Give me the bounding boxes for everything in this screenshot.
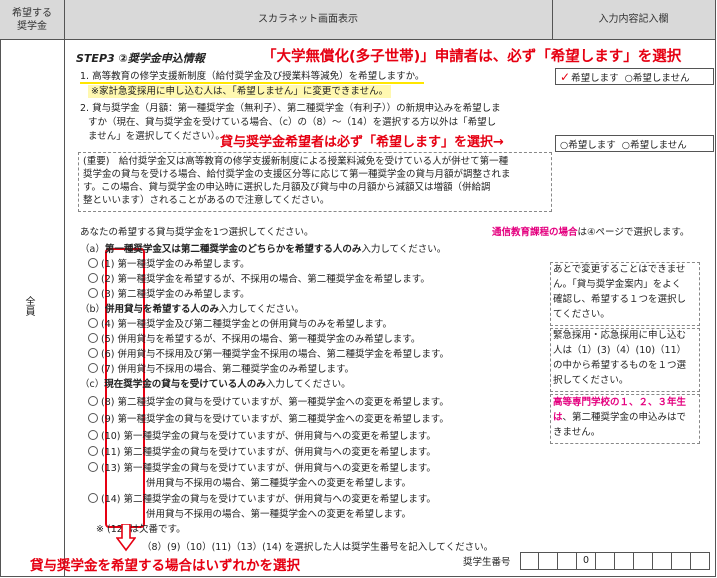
digit-box[interactable]: [691, 552, 710, 570]
option-14-continued: 併用貸与不採用の場合、第一種奨学金への変更を希望します。: [146, 509, 412, 520]
important-line3: す。この場合、貸与奨学金の申込時に選択した月額及び貸与中の月額から減額又は増額（…: [83, 182, 491, 193]
q1-yes-option[interactable]: 希望します: [571, 70, 619, 84]
down-arrow-icon: [116, 524, 136, 552]
q2-line3: ません」を選択してください）。: [88, 131, 225, 142]
radio-icon[interactable]: [88, 493, 98, 503]
group-b-heading: （b）併用貸与を希望する人のみ入力してください。: [80, 304, 304, 315]
side-note-3-l2: は、第二種奨学金の申込みはで: [553, 412, 687, 423]
side-note-3-l3: きません。: [553, 427, 601, 438]
digit-box[interactable]: [539, 552, 558, 570]
tsushin-note: 通信教育課程の場合は④ページで選択します。: [492, 227, 690, 238]
header-scholarnet-screen: スカラネット画面表示: [64, 0, 552, 40]
option-11[interactable]: (11) 第二種奨学金の貸与を受けていますが、併用貸与への変更を希望します。: [88, 446, 436, 459]
option-13-continued: 併用貸与不採用の場合、第二種奨学金への変更を希望します。: [146, 478, 412, 489]
q2-no-option[interactable]: ○希望しません: [622, 137, 687, 151]
radio-icon[interactable]: [88, 446, 98, 456]
select-prompt: あなたの希望する貸与奨学金を1つ選択してください。: [80, 227, 314, 238]
digit-box[interactable]: [520, 552, 539, 570]
option-2[interactable]: (2) 第一種奨学金を希望するが、不採用の場合、第二種奨学金を希望します。: [88, 273, 430, 286]
important-notice: (重要) 給付奨学金又は高等教育の修学支援新制度による授業料減免を受けている人が…: [78, 152, 552, 212]
digit-box[interactable]: [634, 552, 653, 570]
side-note-2-l2: 人は（1）(3)（4）(10)（11）: [553, 345, 687, 356]
option-1[interactable]: (1) 第一種奨学金のみ希望します。: [88, 258, 250, 271]
option-3[interactable]: (3) 第二種奨学金のみ希望します。: [88, 288, 250, 301]
side-note-2-l1: 緊急採用・応急採用に申し込む: [553, 330, 687, 341]
option-10[interactable]: (10) 第一種奨学金の貸与を受けていますが、併用貸与への変更を希望します。: [88, 430, 436, 443]
option-4[interactable]: (4) 第一種奨学金及び第二種奨学金との併用貸与のみを希望します。: [88, 318, 392, 331]
radio-icon[interactable]: [88, 318, 98, 328]
digit-box[interactable]: [615, 552, 634, 570]
q1-answer-box: ✓ 希望します ○希望しません: [555, 68, 714, 85]
important-line4: 整といいます）されることがあるので注意してください。: [83, 195, 330, 206]
q1-note: ※家計急変採用に申し込む人は、「希望しません」に変更できません。: [88, 85, 392, 98]
option-8[interactable]: (8) 第二種奨学金の貸与を受けていますが、第一種奨学金への変更を希望します。: [88, 396, 449, 409]
important-line2: 奨学金の貸与を受ける場合、給付奨学金の支援区分等に応じて第一種奨学金の貸与月額が…: [83, 169, 511, 180]
radio-icon[interactable]: [88, 430, 98, 440]
digit-box[interactable]: [653, 552, 672, 570]
annotation-bottom: 貸与奨学金を希望する場合はいずれかを選択: [30, 558, 300, 574]
student-number-instruction: （8）(9)（10）(11)（13）(14) を選択した人は奨学生番号を記入して…: [142, 542, 494, 553]
header-input-field: 入力内容記入欄: [552, 0, 715, 40]
option-14[interactable]: (14) 第二種奨学金の貸与を受けていますが、併用貸与への変更を希望します。: [88, 493, 436, 506]
digit-box[interactable]: [596, 552, 615, 570]
option-7[interactable]: (7) 併用貸与不採用の場合、第二種奨学金のみ希望します。: [88, 363, 354, 376]
student-number-label: 奨学生番号: [463, 557, 511, 568]
checkmark-icon: ✓: [560, 69, 571, 84]
radio-icon[interactable]: [88, 462, 98, 472]
radio-icon[interactable]: [88, 413, 98, 423]
q2-line1: 2. 貸与奨学金（月額：第一種奨学金（無利子）、第二種奨学金（有利子））の新規申…: [80, 103, 501, 114]
radio-icon[interactable]: [88, 273, 98, 283]
side-note-1-l2: ん。「貸与奨学金案内」をよく: [553, 279, 682, 290]
side-note-2-l3: の中から希望するものを１つ選: [553, 360, 687, 371]
side-note-1-l1: あとで変更することはできませ: [553, 264, 686, 275]
annotation-top: 「大学無償化(多子世帯)」申請者は、必ず「希望します」を選択: [262, 49, 682, 65]
q2-answer-box: ○希望します ○希望しません: [555, 135, 714, 152]
important-line1: (重要) 給付奨学金又は高等教育の修学支援新制度による授業料減免を受けている人が…: [83, 156, 509, 167]
annotation-mid: 貸与奨学金希望者は必ず「希望します」を選択→: [220, 131, 504, 150]
side-note-3-l1: 高等専門学校の１、２、３年生: [553, 397, 687, 408]
side-note-1-l3: 確認し、希望する１つを選択し: [553, 294, 687, 305]
option-13[interactable]: (13) 第一種奨学金の貸与を受けていますが、併用貸与への変更を希望します。: [88, 462, 436, 475]
student-number-field[interactable]: 0: [520, 552, 710, 570]
digit-box[interactable]: [558, 552, 577, 570]
radio-icon[interactable]: [88, 348, 98, 358]
divider-left: [64, 0, 65, 577]
q1-text: 1. 高等教育の修学支援新制度（給付奨学金及び授業料等減免）を希望しますか。: [80, 71, 425, 84]
radio-icon[interactable]: [88, 288, 98, 298]
q2-yes-option[interactable]: ○希望します: [560, 137, 616, 151]
header-desired-scholarship: 希望する 奨学金: [0, 0, 64, 40]
group-c-heading: （c）現在奨学金の貸与を受けている人のみ入力してください。: [80, 379, 351, 390]
q2-line2: すか（現在、貸与奨学金を受けている場合、（c）の（8）～（14）を選択する方以外…: [88, 117, 497, 128]
group-a-heading: （a）第一種奨学金又は第二種奨学金のどちらかを希望する人のみ入力してください。: [80, 244, 447, 255]
option-6[interactable]: (6) 併用貸与不採用及び第一種奨学金不採用の場合、第二種奨学金を希望します。: [88, 348, 449, 361]
radio-icon[interactable]: [88, 258, 98, 268]
row-label-all: 全員: [23, 296, 34, 316]
side-note-1-l4: てください。: [553, 309, 610, 320]
digit-box[interactable]: [672, 552, 691, 570]
radio-icon[interactable]: [88, 333, 98, 343]
note-12-missing: ※ (12) は欠番です。: [96, 524, 186, 535]
side-note-2-l4: 択してください。: [553, 375, 629, 386]
digit-box[interactable]: 0: [577, 552, 596, 570]
step-title: STEP3 ②奨学金申込情報: [76, 52, 205, 65]
radio-icon[interactable]: [88, 396, 98, 406]
q1-no-option[interactable]: ○希望しません: [625, 70, 690, 84]
divider-header: [552, 0, 553, 40]
radio-icon[interactable]: [88, 363, 98, 373]
option-5[interactable]: (5) 併用貸与を希望するが、不採用の場合、第一種奨学金のみ希望します。: [88, 333, 420, 346]
option-9[interactable]: (9) 第一種奨学金の貸与を受けていますが、第二種奨学金への変更を希望します。: [88, 413, 449, 426]
